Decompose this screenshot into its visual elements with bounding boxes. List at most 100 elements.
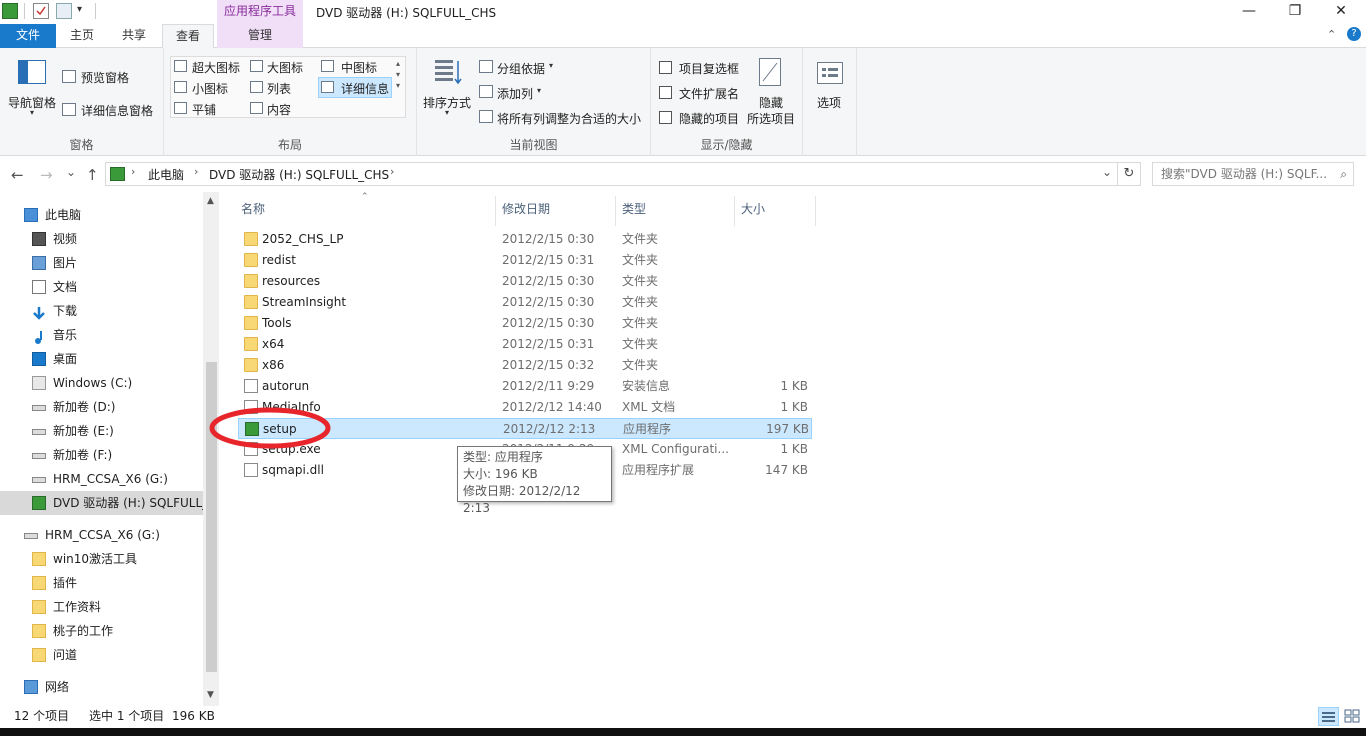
- nav-item-label: 此电脑: [45, 208, 82, 222]
- nav-item[interactable]: 新加卷 (D:): [0, 395, 203, 419]
- add-columns-button[interactable]: 添加列: [497, 85, 533, 102]
- file-modified: 2012/2/15 0:30: [502, 274, 595, 288]
- file-row[interactable]: Tools 2012/2/15 0:30 文件夹: [238, 313, 812, 334]
- column-header-modified[interactable]: 修改日期: [496, 196, 616, 226]
- nav-item[interactable]: 新加卷 (F:): [0, 443, 203, 467]
- nav-item[interactable]: HRM_CCSA_X6 (G:): [0, 467, 203, 491]
- nav-item-label: 问道: [53, 648, 78, 662]
- tiles-option[interactable]: 平铺: [192, 101, 216, 118]
- chevron-down-icon: ▾: [549, 61, 554, 70]
- tab-file[interactable]: 文件: [0, 24, 56, 48]
- recent-locations-button[interactable]: ⌄: [66, 165, 76, 179]
- back-button[interactable]: ←: [11, 166, 24, 184]
- breadcrumb-this-pc[interactable]: 此电脑: [148, 166, 184, 183]
- tab-home[interactable]: 主页: [58, 24, 106, 48]
- nav-item[interactable]: 新加卷 (E:): [0, 419, 203, 443]
- item-checkboxes-checkbox[interactable]: [659, 61, 672, 74]
- app-setup-icon[interactable]: [2, 3, 18, 19]
- file-modified: 2012/2/15 0:30: [502, 295, 595, 309]
- nav-item[interactable]: 文档: [0, 275, 203, 299]
- file-size: 197 KB: [766, 422, 809, 436]
- small-icons-icon: [174, 81, 187, 93]
- file-extensions-checkbox[interactable]: [659, 86, 672, 99]
- large-icons-option[interactable]: 大图标: [267, 59, 303, 76]
- file-row[interactable]: 2052_CHS_LP 2012/2/15 0:30 文件夹: [238, 229, 812, 250]
- nav-item[interactable]: 插件: [0, 571, 203, 595]
- file-row[interactable]: resources 2012/2/15 0:30 文件夹: [238, 271, 812, 292]
- up-button[interactable]: ↑: [86, 166, 99, 184]
- preview-pane-button[interactable]: 预览窗格: [81, 69, 129, 86]
- tab-share[interactable]: 共享: [110, 24, 158, 48]
- details-pane-button[interactable]: 详细信息窗格: [81, 102, 153, 119]
- options-button[interactable]: 选项: [817, 94, 841, 111]
- scroll-down-icon[interactable]: ▼: [207, 690, 214, 700]
- scroll-up-icon[interactable]: ▲: [207, 196, 214, 206]
- forward-button[interactable]: →: [40, 166, 53, 184]
- nav-item[interactable]: 桃子的工作: [0, 619, 203, 643]
- customize-quick-access-icon[interactable]: ▾: [77, 4, 82, 15]
- nav-item[interactable]: HRM_CCSA_X6 (G:): [0, 523, 203, 547]
- nav-item-label: Windows (C:): [53, 376, 133, 390]
- refresh-button[interactable]: ↻: [1118, 162, 1141, 186]
- hide-selected-button[interactable]: 隐藏: [759, 94, 783, 111]
- nav-item[interactable]: 下载: [0, 299, 203, 323]
- properties-icon[interactable]: [33, 3, 49, 19]
- medium-icons-option[interactable]: 中图标: [341, 59, 377, 76]
- details-view-toggle[interactable]: [1318, 707, 1339, 726]
- column-header-name[interactable]: 名称: [235, 196, 496, 226]
- selection-size: 196 KB: [172, 709, 215, 723]
- file-row[interactable]: autorun 2012/2/11 9:29 安装信息 1 KB: [238, 376, 812, 397]
- tab-view[interactable]: 查看: [162, 24, 214, 49]
- close-button[interactable]: ✕: [1318, 0, 1364, 24]
- address-bar[interactable]: › 此电脑 › DVD 驱动器 (H:) SQLFULL_CHS › ⌄: [105, 162, 1118, 186]
- desktop-icon: [32, 352, 46, 366]
- maximize-button[interactable]: ❐: [1272, 0, 1318, 24]
- extra-large-icons-option[interactable]: 超大图标: [192, 59, 240, 76]
- column-header-type[interactable]: 类型: [616, 196, 735, 226]
- nav-item-label: 新加卷 (F:): [53, 448, 113, 462]
- nav-item[interactable]: DVD 驱动器 (H:) SQLFULL_: [0, 491, 208, 515]
- nav-item[interactable]: 桌面: [0, 347, 203, 371]
- collapse-ribbon-icon[interactable]: ⌃: [1327, 28, 1336, 41]
- file-name: x64: [262, 337, 285, 351]
- nav-item[interactable]: win10激活工具: [0, 547, 203, 571]
- nav-item[interactable]: 问道: [0, 643, 203, 667]
- hidden-items-checkbox[interactable]: [659, 111, 672, 124]
- drive-icon: [32, 405, 46, 411]
- new-folder-icon[interactable]: [56, 3, 72, 19]
- extra-large-icons-icon: [174, 60, 187, 72]
- file-row[interactable]: StreamInsight 2012/2/15 0:30 文件夹: [238, 292, 812, 313]
- nav-item-label: 工作资料: [53, 600, 102, 614]
- minimize-button[interactable]: —: [1226, 0, 1272, 24]
- nav-item[interactable]: 工作资料: [0, 595, 203, 619]
- video-folder-icon: [32, 232, 46, 246]
- group-by-button[interactable]: 分组依据: [497, 60, 545, 77]
- list-option[interactable]: 列表: [267, 80, 291, 97]
- gallery-scroll-icon[interactable]: ▴ ▾ ▾: [396, 58, 400, 91]
- hide-selected-button-line2[interactable]: 所选项目: [747, 110, 795, 127]
- folder-icon: [244, 274, 258, 288]
- search-input[interactable]: 搜索"DVD 驱动器 (H:) SQLF... ⌕: [1152, 162, 1354, 186]
- help-icon[interactable]: ?: [1347, 27, 1361, 41]
- column-header-size[interactable]: 大小: [735, 196, 816, 226]
- nav-item[interactable]: 音乐: [0, 323, 203, 347]
- nav-item[interactable]: Windows (C:): [0, 371, 203, 395]
- navigation-pane-icon[interactable]: [18, 60, 46, 84]
- nav-item[interactable]: 图片: [0, 251, 203, 275]
- tab-manage[interactable]: 管理: [217, 24, 303, 48]
- large-icons-view-toggle[interactable]: [1342, 707, 1363, 726]
- nav-item[interactable]: 视频: [0, 227, 203, 251]
- small-icons-option[interactable]: 小图标: [192, 80, 228, 97]
- content-option[interactable]: 内容: [267, 101, 291, 118]
- file-type: 文件夹: [622, 337, 659, 351]
- address-history-dropdown[interactable]: ⌄: [1102, 165, 1112, 179]
- breadcrumb-dvd-drive[interactable]: DVD 驱动器 (H:) SQLFULL_CHS: [209, 166, 389, 183]
- size-all-columns-button[interactable]: 将所有列调整为合适的大小: [497, 110, 641, 127]
- details-option[interactable]: 详细信息: [341, 80, 389, 97]
- file-row[interactable]: redist 2012/2/15 0:31 文件夹: [238, 250, 812, 271]
- search-icon[interactable]: ⌕: [1340, 163, 1347, 185]
- nav-item[interactable]: 网络: [0, 675, 203, 699]
- file-row[interactable]: x86 2012/2/15 0:32 文件夹: [238, 355, 812, 376]
- nav-item[interactable]: 此电脑: [0, 203, 203, 227]
- file-row[interactable]: x64 2012/2/15 0:31 文件夹: [238, 334, 812, 355]
